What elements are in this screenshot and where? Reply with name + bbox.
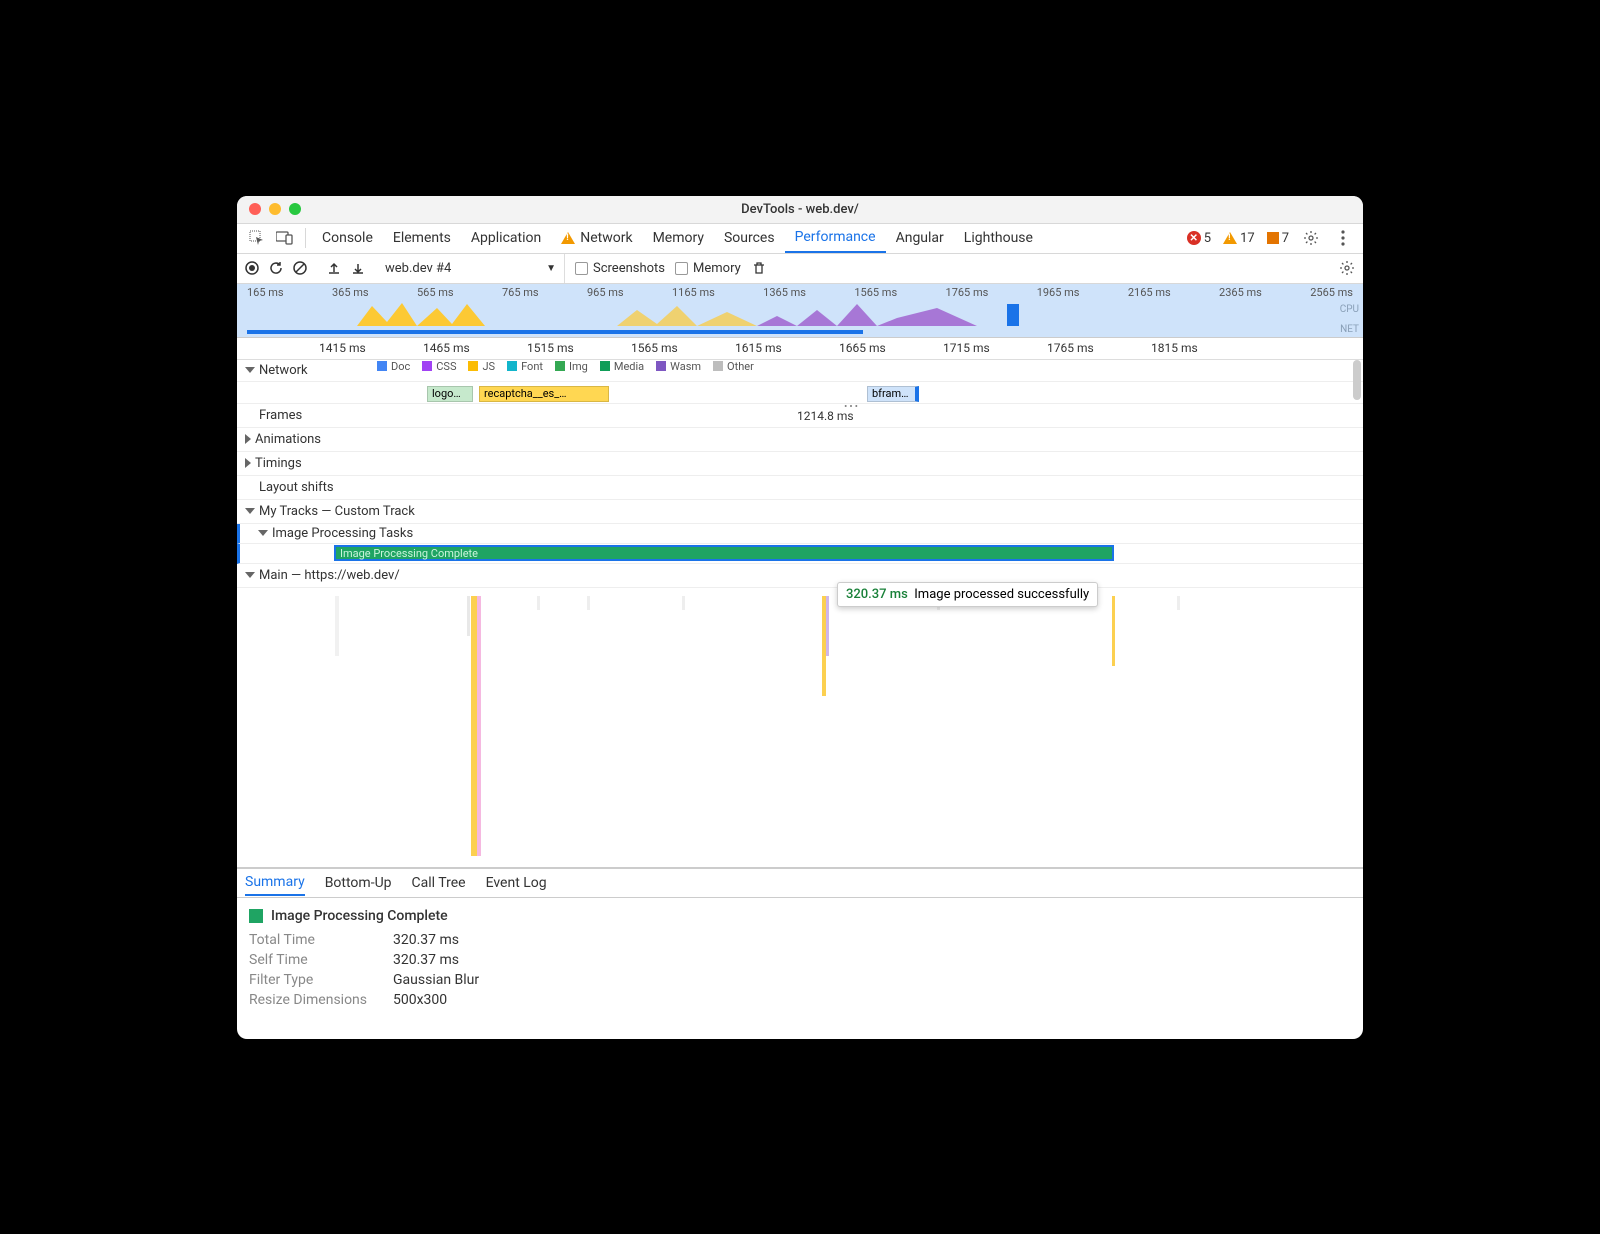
track-timings[interactable]: Timings xyxy=(237,452,1363,476)
overview-minimap[interactable]: 165 ms365 ms565 ms765 ms965 ms1165 ms136… xyxy=(237,284,1363,338)
overview-cpu-chart xyxy=(237,298,1363,328)
flag-icon xyxy=(1267,232,1279,244)
total-time-label: Total Time xyxy=(249,932,379,948)
flame-chart[interactable]: 320.37 ms Image processed successfully xyxy=(237,588,1363,868)
overview-ticks: 165 ms365 ms565 ms765 ms965 ms1165 ms136… xyxy=(237,284,1363,299)
color-swatch xyxy=(249,909,263,923)
tab-summary[interactable]: Summary xyxy=(245,870,305,896)
main-toolbar: Console Elements Application Network Mem… xyxy=(237,224,1363,254)
total-time-value: 320.37 ms xyxy=(393,932,459,948)
self-time-value: 320.37 ms xyxy=(393,952,459,968)
garbage-collect-icon[interactable] xyxy=(751,260,767,276)
warning-icon xyxy=(1223,232,1237,244)
filter-type-label: Filter Type xyxy=(249,972,379,988)
details-tabs: Summary Bottom-Up Call Tree Event Log xyxy=(237,868,1363,898)
titlebar: DevTools - web.dev/ xyxy=(237,196,1363,224)
summary-pane: Image Processing Complete Total Time 320.… xyxy=(237,898,1363,1039)
network-legend: Doc CSS JS Font Img Media Wasm Other xyxy=(377,360,1363,373)
warning-icon xyxy=(561,232,575,244)
devtools-window: DevTools - web.dev/ Console Elements App… xyxy=(237,196,1363,1039)
track-mytracks[interactable]: My Tracks — Custom Track xyxy=(237,500,1363,524)
error-badge[interactable]: ✕5 xyxy=(1183,231,1215,246)
filter-type-value: Gaussian Blur xyxy=(393,972,479,988)
download-icon[interactable] xyxy=(351,261,365,275)
memory-checkbox[interactable]: Memory xyxy=(675,261,741,276)
image-processing-entry-row: Image Processing Complete xyxy=(237,544,1363,564)
panel-settings-icon[interactable] xyxy=(1339,260,1355,276)
tab-angular[interactable]: Angular xyxy=(886,223,954,253)
image-processing-complete-block[interactable]: Image Processing Complete xyxy=(334,545,1114,561)
inspect-icon[interactable] xyxy=(243,224,271,252)
net-item-bfram[interactable]: bfram… xyxy=(867,386,919,402)
net-item-logo[interactable]: logo… xyxy=(427,386,473,402)
tab-performance[interactable]: Performance xyxy=(785,223,886,253)
tab-application[interactable]: Application xyxy=(461,223,551,253)
summary-title: Image Processing Complete xyxy=(249,908,1351,924)
tab-console[interactable]: Console xyxy=(312,223,383,253)
status-badges: ✕5 17 7 xyxy=(1183,224,1357,252)
warning-badge[interactable]: 17 xyxy=(1219,231,1259,246)
track-image-processing[interactable]: Image Processing Tasks xyxy=(237,524,1363,544)
track-network[interactable]: Network Doc CSS JS Font Img Media Wasm O… xyxy=(237,360,1363,382)
track-main[interactable]: Main — https://web.dev/ xyxy=(237,564,1363,588)
performance-toolbar: web.dev #4 ▼ Screenshots Memory xyxy=(237,254,1363,284)
tab-elements[interactable]: Elements xyxy=(383,223,461,253)
tab-lighthouse[interactable]: Lighthouse xyxy=(954,223,1043,253)
tracks-panel: Network Doc CSS JS Font Img Media Wasm O… xyxy=(237,360,1363,868)
device-toggle-icon[interactable] xyxy=(271,224,299,252)
overview-selection[interactable] xyxy=(247,330,863,334)
resize-dim-label: Resize Dimensions xyxy=(249,992,379,1008)
more-icon[interactable] xyxy=(1329,224,1357,252)
hover-tooltip: 320.37 ms Image processed successfully xyxy=(837,582,1098,607)
tab-memory[interactable]: Memory xyxy=(643,223,714,253)
track-frames[interactable]: Frames 1214.8 ms⋯ xyxy=(237,404,1363,428)
tab-event-log[interactable]: Event Log xyxy=(486,871,547,895)
time-ruler: 1415 ms1465 ms1515 ms1565 ms1615 ms1665 … xyxy=(237,338,1363,360)
recording-select[interactable]: web.dev #4 ▼ xyxy=(385,254,565,283)
self-time-label: Self Time xyxy=(249,952,379,968)
tab-network[interactable]: Network xyxy=(551,223,642,253)
track-layout-shifts[interactable]: Layout shifts xyxy=(237,476,1363,500)
record-button[interactable] xyxy=(245,261,259,275)
upload-icon[interactable] xyxy=(327,261,341,275)
tab-sources[interactable]: Sources xyxy=(714,223,785,253)
info-badge[interactable]: 7 xyxy=(1263,231,1293,246)
track-animations[interactable]: Animations xyxy=(237,428,1363,452)
clear-button[interactable] xyxy=(293,261,307,275)
tab-call-tree[interactable]: Call Tree xyxy=(412,871,466,895)
settings-icon[interactable] xyxy=(1297,224,1325,252)
window-title: DevTools - web.dev/ xyxy=(237,202,1363,217)
reload-button[interactable] xyxy=(269,261,283,275)
tab-bottom-up[interactable]: Bottom-Up xyxy=(325,871,392,895)
resize-dim-value: 500x300 xyxy=(393,992,447,1008)
screenshots-checkbox[interactable]: Screenshots xyxy=(575,261,665,276)
network-items-row: logo… recaptcha__es_… bfram… xyxy=(237,382,1363,404)
net-item-recaptcha[interactable]: recaptcha__es_… xyxy=(479,386,609,402)
